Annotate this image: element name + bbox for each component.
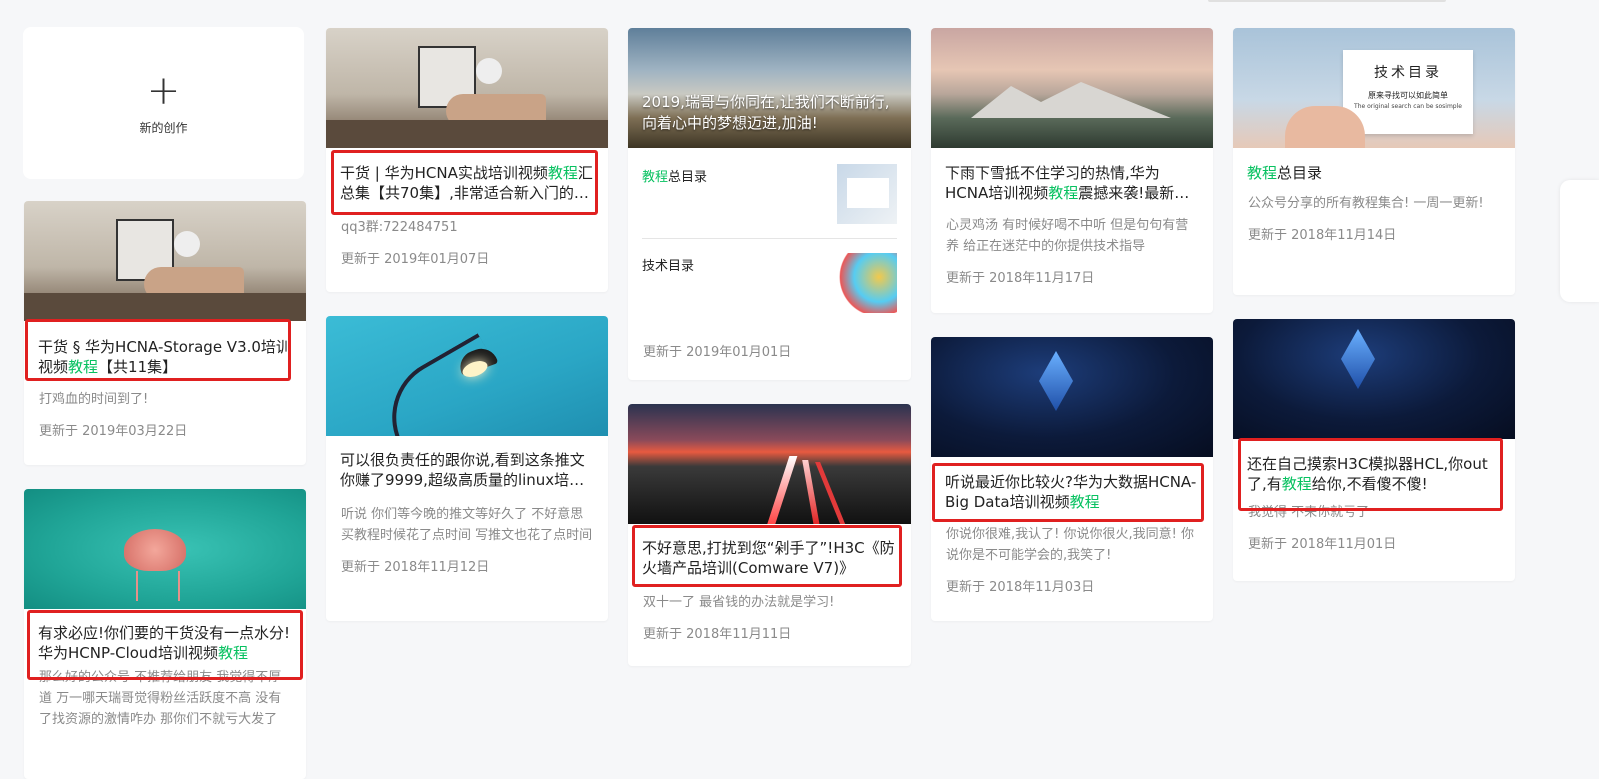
article-title-keyword: 教程 <box>217 644 248 662</box>
article-summary: 那么好的公众号 不推荐给朋友 我觉得不厚道 万一哪天瑞哥觉得粉丝活跃度不高 没有… <box>39 670 282 727</box>
sub-article-thumbnail <box>837 164 897 224</box>
article-title[interactable]: 不好意思,打扰到您“剁手了”!H3C《防火墙产品培训(Comware V7)》 <box>642 524 897 578</box>
article-summary: 我觉得 不来你就亏了 <box>1248 505 1370 520</box>
sub-article-title: 技术目录 <box>642 259 695 274</box>
article-summary: 你说你很难,我认了! 你说你很火,我同意! 你说你是不可能学会的,我笑了! <box>946 527 1194 563</box>
sub-article-thumbnail <box>837 253 897 313</box>
sub-article-text: 总目录 <box>668 170 708 185</box>
article-title-text: 【共11集】 <box>98 358 178 376</box>
article-title[interactable]: 教程总目录 <box>1247 148 1501 183</box>
article-title-keyword: 教程 <box>1247 164 1278 182</box>
article-title-keyword: 教程 <box>68 358 99 376</box>
cover-card-subtitle: 原来寻找可以如此简单 <box>1368 91 1448 100</box>
article-summary: 心灵鸡汤 有时候好喝不中听 但是句句有营养 给正在迷茫中的你提供技术指导 <box>946 218 1189 254</box>
article-cover-image <box>931 337 1213 457</box>
article-title-text: 给你,不看傻不傻! <box>1311 475 1428 493</box>
cover-card-title: 技术目录 <box>1374 65 1442 81</box>
article-title-text: 总目录 <box>1277 164 1323 182</box>
article-update-date: 更新于 2018年11月03日 <box>946 580 1095 595</box>
sub-article-keyword: 教程 <box>642 170 669 185</box>
sub-article-item[interactable]: 教程总目录 <box>642 148 897 239</box>
sub-article-item[interactable]: 技术目录 <box>642 239 897 313</box>
article-card[interactable]: 干货 | 华为HCNA实战培训视频教程汇总集【共70集】,非常适合新入门的同学 … <box>326 28 608 292</box>
article-update-date: 更新于 2018年11月12日 <box>341 560 490 575</box>
article-cover-image: 2019,瑞哥与你同在,让我们不断前行,向着心中的梦想迈进,加油! <box>628 28 911 148</box>
article-card[interactable]: 2019,瑞哥与你同在,让我们不断前行,向着心中的梦想迈进,加油! 教程总目录 … <box>628 28 911 380</box>
article-cover-image <box>326 28 608 148</box>
article-card[interactable]: 有求必应!你们要的干货没有一点水分!华为HCNP-Cloud培训视频教程 那么好… <box>24 489 306 779</box>
article-summary: 听说 你们等今晚的推文等好久了 不好意思 买教程时候花了点时间 写推文也花了点时… <box>341 507 593 543</box>
article-title-keyword: 教程 <box>1048 184 1079 202</box>
article-title-keyword: 教程 <box>547 164 578 182</box>
article-title-text: 干货 | 华为HCNA实战培训视频 <box>340 164 548 182</box>
sub-article-title: 教程总目录 <box>642 148 837 224</box>
article-title[interactable]: 听说最近你比较火?华为大数据HCNA-Big Data培训视频教程 <box>945 457 1199 512</box>
article-title[interactable]: 还在自己摸索H3C模拟器HCL,你out了,有教程给你,不看傻不傻! <box>1247 439 1501 494</box>
article-cover-image <box>24 489 306 609</box>
article-update-date: 更新于 2019年03月22日 <box>39 424 188 439</box>
article-summary: qq3群:722484751 <box>341 220 458 235</box>
article-update-date: 更新于 2018年11月11日 <box>643 627 792 642</box>
article-card[interactable]: 听说最近你比较火?华为大数据HCNA-Big Data培训视频教程 你说你很难,… <box>931 337 1213 621</box>
article-card[interactable]: 干货 § 华为HCNA-Storage V3.0培训视频教程【共11集】 打鸡血… <box>24 201 306 465</box>
article-summary: 双十一了 最省钱的办法就是学习! <box>643 595 835 610</box>
article-cover-image <box>326 316 608 436</box>
new-creation-label: 新的创作 <box>139 120 188 135</box>
article-update-date: 更新于 2018年11月01日 <box>1248 537 1397 552</box>
article-update-date: 更新于 2018年11月14日 <box>1248 228 1397 243</box>
article-summary: 公众号分享的所有教程集合! 一周一更新! <box>1248 196 1484 211</box>
article-title[interactable]: 干货 | 华为HCNA实战培训视频教程汇总集【共70集】,非常适合新入门的同学 <box>340 148 594 203</box>
top-search-edge <box>1208 0 1446 2</box>
article-card[interactable]: 不好意思,打扰到您“剁手了”!H3C《防火墙产品培训(Comware V7)》 … <box>628 404 911 666</box>
article-title[interactable]: 可以很负责任的跟你说,看到这条推文你赚了9999,超级高质量的linux培训教程 <box>340 436 594 490</box>
article-update-date: 更新于 2018年11月17日 <box>946 271 1095 286</box>
article-card[interactable]: 下雨下雪抵不住学习的热情,华为HCNA培训视频教程震撼来袭!最新版本 心灵鸡汤 … <box>931 28 1213 313</box>
article-cover-image <box>1233 319 1515 439</box>
cover-card-english: The original search can be sosimple <box>1354 103 1462 110</box>
article-title[interactable]: 有求必应!你们要的干货没有一点水分!华为HCNP-Cloud培训视频教程 <box>38 609 292 663</box>
article-title[interactable]: 干货 § 华为HCNA-Storage V3.0培训视频教程【共11集】 <box>38 321 292 377</box>
article-cover-image <box>931 28 1213 148</box>
article-update-date: 更新于 2019年01月01日 <box>643 345 792 360</box>
article-title-keyword: 教程 <box>1069 493 1100 511</box>
new-creation-card[interactable]: + 新的创作 <box>23 27 304 179</box>
plus-icon: + <box>146 67 181 114</box>
article-card[interactable]: 还在自己摸索H3C模拟器HCL,你out了,有教程给你,不看傻不傻! 我觉得 不… <box>1233 319 1515 581</box>
article-summary: 打鸡血的时间到了! <box>39 392 149 407</box>
article-title-keyword: 教程 <box>1281 475 1312 493</box>
article-cover-image <box>24 201 306 321</box>
article-card[interactable]: 可以很负责任的跟你说,看到这条推文你赚了9999,超级高质量的linux培训教程… <box>326 316 608 621</box>
article-title[interactable]: 下雨下雪抵不住学习的热情,华为HCNA培训视频教程震撼来袭!最新版本 <box>945 148 1199 203</box>
article-update-date: 更新于 2019年01月07日 <box>341 252 490 267</box>
side-panel-edge <box>1560 180 1599 302</box>
article-cover-image <box>628 404 911 524</box>
article-title-text: 有求必应!你们要的干货没有一点水分!华为HCNP-Cloud培训视频 <box>38 624 291 662</box>
article-card[interactable]: 技术目录 原来寻找可以如此简单 The original search can … <box>1233 28 1515 295</box>
cover-overlay-title: 2019,瑞哥与你同在,让我们不断前行,向着心中的梦想迈进,加油! <box>642 93 890 132</box>
article-cover-image: 技术目录 原来寻找可以如此简单 The original search can … <box>1233 28 1515 148</box>
